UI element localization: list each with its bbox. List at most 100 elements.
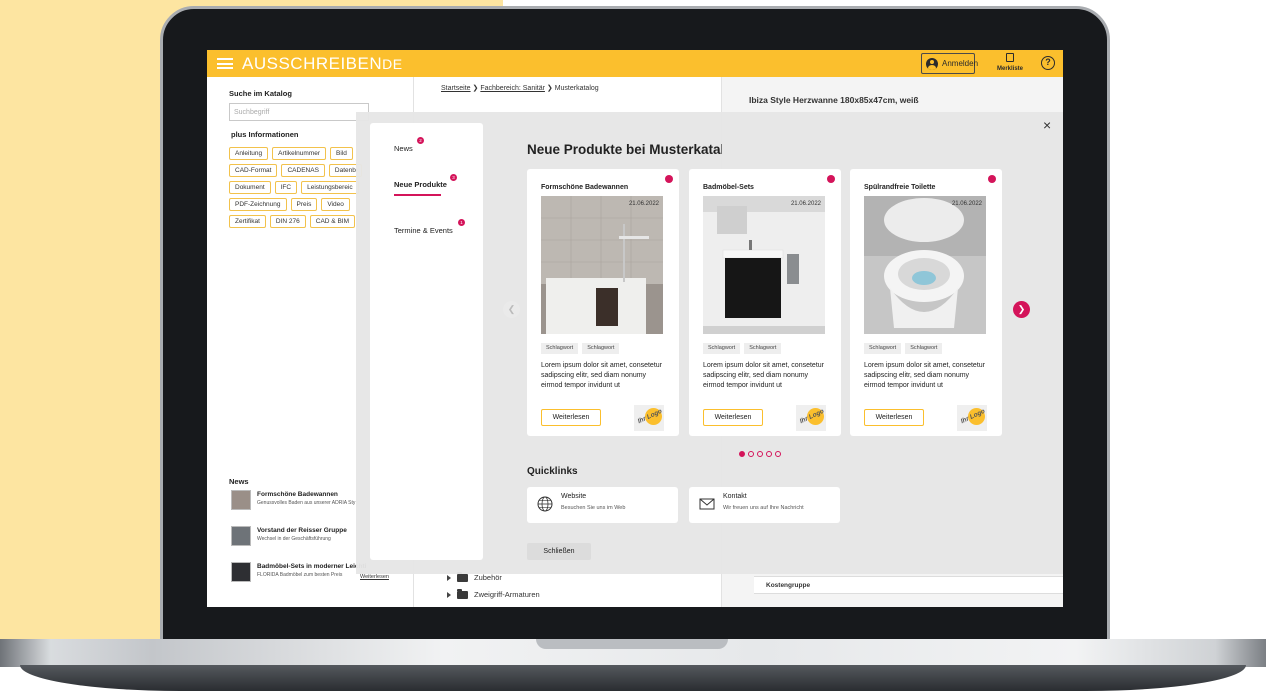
partner-logo: Ihr Logo	[634, 405, 664, 431]
partner-logo: Ihr Logo	[957, 405, 987, 431]
folder-icon	[457, 588, 468, 599]
tag-list: Schlagwort Schlagwort	[541, 343, 620, 354]
card-description: Lorem ipsum dolor sit amet, consetetur s…	[703, 362, 824, 389]
hamburger-menu-icon[interactable]	[217, 58, 233, 69]
filter-chip[interactable]: Anleitung	[229, 147, 269, 160]
product-image-toilet[interactable]: 21.06.2022	[864, 196, 986, 334]
pager-dot[interactable]	[739, 451, 745, 457]
filter-chip[interactable]: PDF-Zeichnung	[229, 198, 287, 211]
news-badge: 2	[417, 137, 424, 144]
breadcrumb-startseite[interactable]: Startseite	[441, 85, 471, 92]
pager-dot[interactable]	[775, 451, 781, 457]
news-thumbnail	[231, 526, 251, 546]
browser-screen: AUSSCHREIBENDE Anmelden Merkliste ? Such…	[207, 50, 1063, 607]
nav-item-news[interactable]: News	[394, 144, 413, 153]
quicklink-kontakt[interactable]: Kontakt Wir freuen uns auf Ihre Nachrich…	[689, 487, 840, 523]
globe-icon	[537, 496, 553, 512]
filter-chip[interactable]: Bild	[330, 147, 353, 160]
help-icon[interactable]: ?	[1041, 56, 1055, 70]
vanity-photo	[703, 196, 825, 334]
filter-chip[interactable]: Dokument	[229, 181, 271, 194]
product-card: Badmöbel-Sets 21.06.2022 Schlagwort Schl…	[689, 169, 841, 436]
filter-chip[interactable]: Artikelnummer	[272, 147, 327, 160]
tag[interactable]: Schlagwort	[864, 343, 902, 354]
info-heading: plus Informationen	[231, 130, 299, 139]
pager-dot[interactable]	[757, 451, 763, 457]
nav-item-neue-produkte[interactable]: Neue Produkte	[394, 180, 447, 189]
close-icon[interactable]: ×	[1043, 118, 1051, 132]
toilet-photo	[864, 196, 986, 334]
breadcrumb-current: Musterkatalog	[554, 85, 599, 92]
filter-chip[interactable]: DIN 276	[269, 215, 306, 228]
filter-chip[interactable]: Zertifikat	[229, 215, 266, 228]
tree-item-zweigriff[interactable]: Zweigriff-Armaturen	[447, 586, 540, 603]
modal-sidebar: News 2 Neue Produkte 3 Termine & Events …	[370, 123, 483, 560]
termine-badge: 1	[458, 219, 465, 226]
tag[interactable]: Schlagwort	[582, 343, 620, 354]
news-thumbnail	[231, 490, 251, 510]
weiterlesen-button[interactable]: Weiterlesen	[864, 409, 924, 426]
filter-chip[interactable]: Preis	[290, 198, 318, 211]
pager-dot[interactable]	[748, 451, 754, 457]
tag-list: Schlagwort Schlagwort	[864, 343, 943, 354]
product-card: Spülrandfreie Toilette 21.06.2022 Schlag…	[850, 169, 1002, 436]
weiterlesen-button[interactable]: Weiterlesen	[703, 409, 763, 426]
breadcrumb: Startseite ❯ Fachbereich: Sanitär ❯ Must…	[441, 84, 599, 92]
filter-chip[interactable]: Leistungsbereic	[301, 181, 359, 194]
bathtub-photo	[541, 196, 663, 334]
new-indicator	[665, 175, 673, 183]
new-indicator	[827, 175, 835, 183]
carousel-pager	[739, 451, 781, 457]
filter-chip[interactable]: CADENAS	[281, 164, 325, 177]
filter-chips: Anleitung Artikelnummer Bild CAD-Format …	[229, 147, 369, 228]
folder-icon	[457, 571, 468, 582]
schliessen-button[interactable]: Schließen	[527, 543, 591, 560]
chevron-right-icon: ❯	[546, 85, 555, 92]
mail-icon	[699, 498, 715, 510]
neue-produkte-badge: 3	[450, 174, 457, 181]
search-input[interactable]: Suchbegriff	[229, 103, 369, 121]
news-weiterlesen-link[interactable]: Weiterlesen	[360, 574, 389, 580]
new-indicator	[988, 175, 996, 183]
quicklink-website[interactable]: Website Besuchen Sie uns im Web	[527, 487, 678, 523]
bookmark-icon	[1006, 53, 1014, 62]
carousel-next-button[interactable]: ❯	[1013, 301, 1030, 318]
kostengruppe-row[interactable]: Kostengruppe	[754, 576, 1063, 594]
section-title: Neue Produkte bei Musterkatalog	[527, 142, 722, 157]
expand-arrow-icon[interactable]	[447, 574, 451, 581]
expand-arrow-icon[interactable]	[447, 591, 451, 598]
filter-chip[interactable]: CAD-Format	[229, 164, 278, 177]
search-heading: Suche im Katalog	[229, 89, 292, 98]
top-bar: AUSSCHREIBENDE Anmelden Merkliste ?	[207, 50, 1063, 77]
card-description: Lorem ipsum dolor sit amet, consetetur s…	[864, 362, 985, 389]
nav-item-termine-events[interactable]: Termine & Events	[394, 226, 453, 235]
product-image-bathtub[interactable]: 21.06.2022	[541, 196, 663, 334]
tag[interactable]: Schlagwort	[744, 343, 782, 354]
product-card: Formschöne Badewannen 21.06.2022 Schlagw…	[527, 169, 679, 436]
laptop-base	[0, 639, 1266, 691]
tag[interactable]: Schlagwort	[703, 343, 741, 354]
breadcrumb-fachbereich[interactable]: Fachbereich: Sanitär	[480, 85, 545, 92]
active-tab-indicator	[394, 194, 441, 196]
news-heading: News	[229, 477, 249, 486]
user-icon	[926, 57, 938, 70]
news-thumbnail	[231, 562, 251, 582]
site-logo[interactable]: AUSSCHREIBENDE	[242, 54, 403, 74]
carousel-prev-button[interactable]: ❮	[503, 301, 520, 318]
category-tree: Zubehör Zweigriff-Armaturen	[447, 569, 540, 603]
tag-list: Schlagwort Schlagwort	[703, 343, 782, 354]
login-button[interactable]: Anmelden	[921, 53, 978, 74]
weiterlesen-button[interactable]: Weiterlesen	[541, 409, 601, 426]
partner-logo: Ihr Logo	[796, 405, 826, 431]
pager-dot[interactable]	[766, 451, 772, 457]
tag[interactable]: Schlagwort	[905, 343, 943, 354]
merkliste-button[interactable]: Merkliste	[995, 53, 1025, 73]
product-image-vanity[interactable]: 21.06.2022	[703, 196, 825, 334]
filter-chip[interactable]: CAD & BIM	[309, 215, 356, 228]
card-description: Lorem ipsum dolor sit amet, consetetur s…	[541, 362, 662, 389]
filter-chip[interactable]: Video	[321, 198, 350, 211]
quicklinks-heading: Quicklinks	[527, 466, 578, 477]
tag[interactable]: Schlagwort	[541, 343, 579, 354]
filter-chip[interactable]: IFC	[274, 181, 298, 194]
product-title: Ibiza Style Herzwanne 180x85x47cm, weiß	[749, 95, 919, 105]
